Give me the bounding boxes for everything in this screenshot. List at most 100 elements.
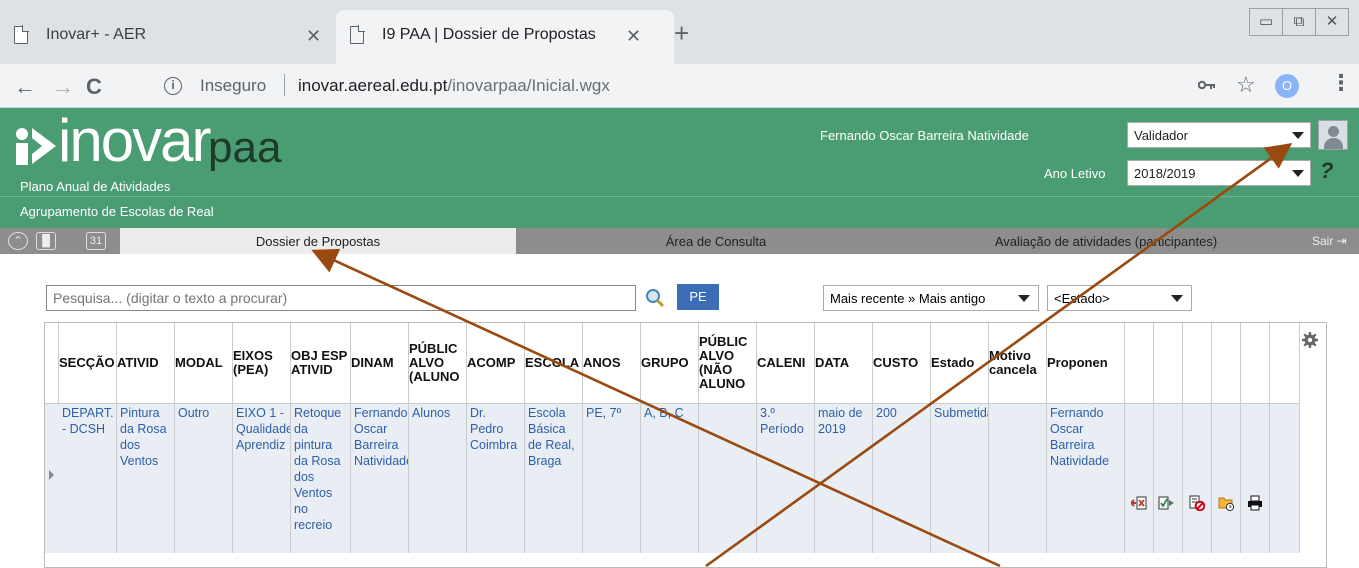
key-icon[interactable]: [1198, 80, 1216, 90]
close-window-icon[interactable]: ✕: [1315, 8, 1349, 36]
page-icon: [14, 25, 29, 44]
calendar-icon[interactable]: 31: [86, 232, 106, 250]
column-header-publico-alunos[interactable]: PÚBLIC ALVO (ALUNO: [409, 323, 467, 403]
column-header-action: [1125, 323, 1154, 403]
logo-suffix: paa: [208, 123, 282, 172]
approve-icon[interactable]: [1158, 495, 1174, 511]
column-header-custo[interactable]: CUSTO: [873, 323, 931, 403]
cell-data: maio de 2019: [815, 403, 873, 553]
reject-icon[interactable]: [1131, 495, 1147, 511]
column-header-dinamizador[interactable]: DINAM: [351, 323, 409, 403]
column-header-acompanhante[interactable]: ACOMP: [467, 323, 525, 403]
logo-word: inovar: [58, 107, 211, 174]
cell-obj-esp: Retoque da pintura da Rosa dos Ventos no…: [291, 403, 351, 553]
column-header-proponente[interactable]: Proponen: [1047, 323, 1125, 403]
cell-action: [1241, 403, 1270, 553]
browser-tab-dossier[interactable]: I9 PAA | Dossier de Propostas ✕: [336, 10, 674, 64]
tab-title: I9 PAA | Dossier de Propostas: [382, 26, 596, 43]
proposals-grid: SECÇÃO ATIVID MODAL EIXOS (PEA) OBJ ESP …: [44, 322, 1327, 568]
cell-atividade: Pintura da Rosa dos Ventos: [117, 403, 175, 553]
browser-toolbar: ← → C i Inseguro inovar.aereal.edu.pt/in…: [0, 64, 1359, 108]
cell-dinamizador: Fernando Oscar Barreira Natividade: [351, 403, 409, 553]
bookmark-star-icon[interactable]: ☆: [1236, 72, 1256, 98]
back-icon[interactable]: ←: [14, 74, 36, 100]
url-host: inovar.aereal.edu.pt: [298, 76, 448, 95]
cell-acompanhante: Dr. Pedro Coimbra: [467, 403, 525, 553]
inovar-logo-icon: [16, 128, 56, 165]
calendar-day: 31: [89, 235, 103, 247]
logout-label: Sair: [1312, 234, 1334, 248]
column-header-calendario[interactable]: CALENI: [757, 323, 815, 403]
cell-seccao: DEPART. - DCSH: [59, 403, 117, 553]
gear-icon[interactable]: [1301, 331, 1319, 349]
role-select[interactable]: Validador: [1127, 122, 1311, 148]
user-profile-icon[interactable]: [1318, 120, 1348, 150]
tab-avaliacao-atividades[interactable]: Avaliação de atividades (participantes): [916, 228, 1296, 254]
cell-proponente: Fernando Oscar Barreira Natividade: [1047, 403, 1125, 553]
cell-escola: Escola Básica de Real, Braga: [525, 403, 583, 553]
pe-button[interactable]: PE: [677, 284, 719, 310]
tab-dossier-de-propostas[interactable]: Dossier de Propostas: [120, 228, 516, 254]
collapse-icon[interactable]: ⌃: [8, 232, 28, 250]
column-header-action: [1241, 323, 1270, 403]
address-bar[interactable]: i Inseguro inovar.aereal.edu.pt/inovarpa…: [154, 70, 1234, 102]
column-header-seccao[interactable]: SECÇÃO: [59, 323, 117, 403]
restore-icon[interactable]: ⧉: [1282, 8, 1316, 36]
chevron-down-icon: [1292, 132, 1304, 139]
print-icon[interactable]: [1247, 495, 1263, 511]
reload-icon[interactable]: C: [86, 74, 102, 100]
folder-clock-icon[interactable]: [1218, 495, 1234, 511]
column-header-motivo-cancelamento[interactable]: Motivo cancela: [989, 323, 1047, 403]
cell-custo: 200: [873, 403, 931, 553]
year-label: Ano Letivo: [1044, 166, 1106, 181]
column-header-marker: [45, 323, 59, 403]
cell-modalidade: Outro: [175, 403, 233, 553]
close-tab-icon[interactable]: ✕: [626, 26, 641, 47]
profile-avatar[interactable]: O: [1275, 74, 1299, 98]
column-header-action: [1270, 323, 1300, 403]
cell-action: [1125, 403, 1154, 553]
column-header-atividade[interactable]: ATIVID: [117, 323, 175, 403]
minimize-icon[interactable]: ▭: [1249, 8, 1283, 36]
cancel-document-icon[interactable]: [1189, 495, 1205, 511]
column-header-grupo[interactable]: GRUPO: [641, 323, 699, 403]
column-header-eixos[interactable]: EIXOS (PEA): [233, 323, 291, 403]
column-header-action: [1212, 323, 1241, 403]
logout-button[interactable]: Sair ⇥: [1312, 234, 1347, 248]
column-header-anos[interactable]: ANOS: [583, 323, 641, 403]
column-header-publico-nao-alunos[interactable]: PÚBLIC ALVO (NÃO ALUNO: [699, 323, 757, 403]
chevron-down-icon: [1292, 170, 1304, 177]
cell-action: [1212, 403, 1241, 553]
role-value: Validador: [1134, 128, 1188, 143]
info-icon[interactable]: i: [164, 77, 182, 95]
column-header-estado[interactable]: Estado: [931, 323, 989, 403]
browser-menu-icon[interactable]: ⋮: [1330, 70, 1352, 96]
search-input[interactable]: [46, 285, 636, 311]
help-icon[interactable]: ?: [1320, 158, 1333, 184]
column-header-escola[interactable]: ESCOLA: [525, 323, 583, 403]
browser-tab-inovar[interactable]: Inovar+ - AER ✕: [0, 10, 330, 64]
tab-area-de-consulta[interactable]: Área de Consulta: [516, 228, 916, 254]
divider: [284, 74, 285, 96]
security-label: Inseguro: [200, 76, 267, 95]
browser-tab-strip: Inovar+ - AER ✕ I9 PAA | Dossier de Prop…: [0, 0, 1359, 64]
status-value: <Estado>: [1054, 291, 1110, 306]
order-value: Mais recente » Mais antigo: [830, 291, 986, 306]
close-tab-icon[interactable]: ✕: [306, 26, 321, 47]
new-tab-button[interactable]: +: [674, 18, 689, 49]
url-text[interactable]: inovar.aereal.edu.pt/inovarpaa/Inicial.w…: [298, 76, 610, 96]
column-header-modalidade[interactable]: MODAL: [175, 323, 233, 403]
forward-icon[interactable]: →: [52, 74, 74, 100]
status-select[interactable]: <Estado>: [1047, 285, 1192, 311]
year-select[interactable]: 2018/2019: [1127, 160, 1311, 186]
chevron-down-icon: [1018, 295, 1030, 302]
order-select[interactable]: Mais recente » Mais antigo: [823, 285, 1039, 311]
chart-icon[interactable]: ▐▌: [36, 232, 56, 250]
header-divider: [0, 196, 1359, 197]
column-header-obj-esp[interactable]: OBJ ESP ATIVID: [291, 323, 351, 403]
column-header-action: [1183, 323, 1212, 403]
cell-action: [1183, 403, 1212, 553]
search-icon[interactable]: [644, 287, 666, 309]
app-header: inovar paa Plano Anual de Atividades Agr…: [0, 108, 1359, 228]
column-header-data[interactable]: DATA: [815, 323, 873, 403]
